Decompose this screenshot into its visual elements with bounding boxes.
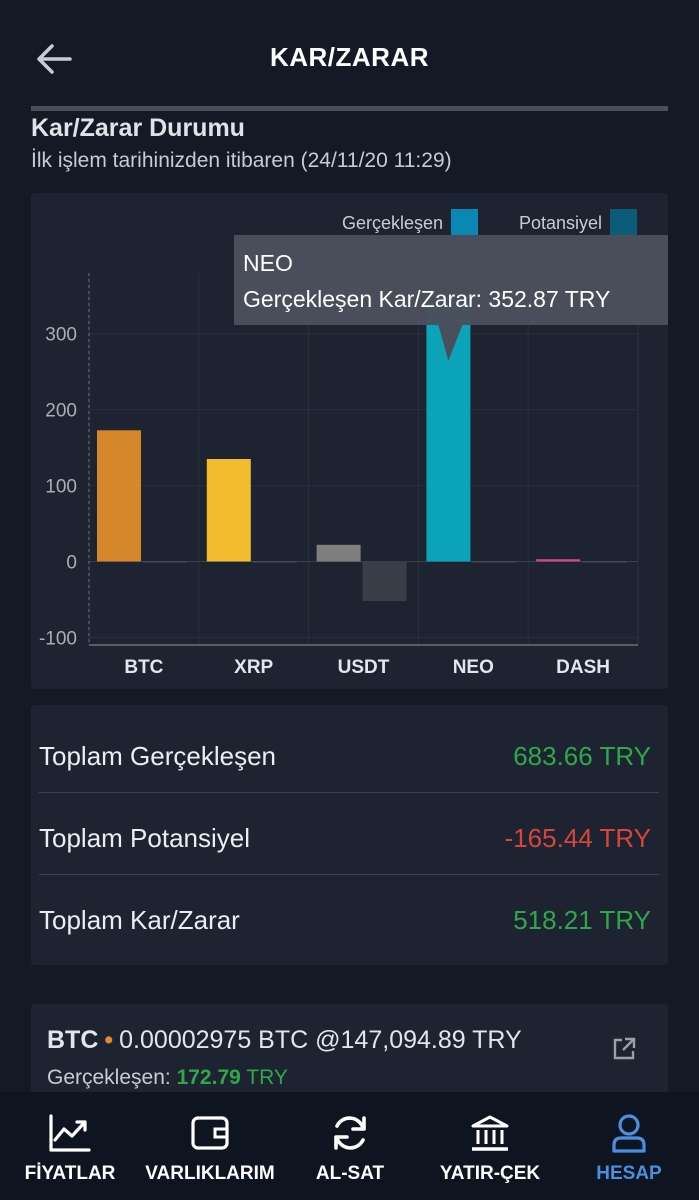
summary-value: 518.21 TRY [513, 905, 651, 935]
y-tick-label: -100 [39, 628, 77, 649]
asset-header: BTC • 0.00002975 BTC @147,094.89 TRY [47, 1026, 522, 1055]
summary-row-total: Toplam Kar/Zarar 518.21 TRY [39, 875, 659, 956]
y-tick-label: 200 [45, 401, 77, 422]
summary-label: Toplam Kar/Zarar [39, 905, 240, 935]
legend-label: Potansiyel [519, 213, 602, 233]
y-tick-label: 100 [45, 477, 77, 498]
bar-potential [472, 561, 517, 563]
dot-separator: • [104, 1026, 114, 1054]
y-axis: 300 200 100 0 -100 [39, 273, 90, 649]
chart-tooltip: NEO Gerçekleşen Kar/Zarar: 352.87 TRY [234, 235, 668, 361]
x-axis: BTC XRP USDT NEO DASH [89, 644, 638, 678]
summary-card: Toplam Gerçekleşen 683.66 TRY Toplam Pot… [31, 705, 668, 965]
nav-item-yatir-cek[interactable]: YATIR-ÇEK [420, 1092, 560, 1200]
legend-swatch [451, 209, 478, 235]
asset-realized: Gerçekleşen: 172.79 TRY [47, 1066, 288, 1090]
x-tick-label: BTC [124, 657, 163, 678]
bars [97, 293, 627, 601]
nav-item-varliklarim[interactable]: VARLIKLARIM [140, 1092, 280, 1200]
bottom-nav: FİYATLAR VARLIKLARIM AL-SAT YATIR-ÇEK HE… [0, 1092, 699, 1200]
bar-potential [582, 561, 627, 563]
nav-label: YATIR-ÇEK [439, 1163, 541, 1184]
nav-label: FİYATLAR [24, 1163, 116, 1184]
wallet-icon [191, 1116, 229, 1150]
x-tick-label: DASH [556, 657, 610, 678]
asset-amount: 0.00002975 BTC [119, 1026, 309, 1054]
tooltip-text: Gerçekleşen Kar/Zarar: 352.87 TRY [243, 286, 610, 312]
chart-line-icon [49, 1114, 91, 1152]
nav-item-hesap[interactable]: HESAP [570, 1092, 688, 1200]
top-bar: KAR/ZARAR [0, 0, 699, 110]
realized-currency: TRY [246, 1066, 288, 1089]
summary-label: Toplam Gerçekleşen [39, 741, 276, 771]
legend-swatch [610, 209, 637, 235]
summary-label: Toplam Potansiyel [39, 823, 250, 853]
bar-realized [316, 544, 361, 562]
x-tick-label: NEO [453, 657, 494, 678]
asset-card-btc[interactable]: BTC • 0.00002975 BTC @147,094.89 TRY Gerçe… [31, 1004, 668, 1094]
legend-label: Gerçekleşen [342, 213, 443, 233]
nav-label: VARLIKLARIM [145, 1163, 275, 1184]
nav-item-fiyatlar[interactable]: FİYATLAR [10, 1092, 130, 1200]
profit-loss-chart[interactable]: 300 200 100 0 -100 BTC XRP USDT NEO DASH Gerçekl… [31, 193, 668, 689]
external-link-button[interactable] [611, 1036, 637, 1062]
bar-potential [362, 561, 407, 601]
external-link-icon [613, 1037, 636, 1060]
bar-realized [97, 430, 141, 562]
refresh-icon [334, 1116, 366, 1150]
x-tick-label: XRP [234, 657, 273, 678]
realized-label: Gerçekleşen: [47, 1066, 171, 1089]
profit-loss-chart-card: 300 200 100 0 -100 BTC XRP USDT NEO DASH Gerçekl… [31, 193, 668, 689]
summary-value: -165.44 TRY [504, 823, 651, 853]
bank-icon [471, 1115, 509, 1151]
asset-symbol: BTC [47, 1026, 99, 1054]
bar-realized [536, 559, 581, 562]
summary-row-realized: Toplam Gerçekleşen 683.66 TRY [39, 711, 659, 793]
user-icon [612, 1114, 646, 1153]
x-tick-label: USDT [338, 657, 390, 678]
y-tick-label: 300 [45, 325, 77, 346]
bar-potential [252, 561, 297, 563]
chart-legend: Gerçekleşen Potansiyel [342, 209, 637, 235]
section-title: Kar/Zarar Durumu [31, 114, 245, 142]
bar-potential [143, 561, 187, 563]
y-tick-label: 0 [66, 552, 77, 573]
nav-label: HESAP [596, 1163, 662, 1184]
summary-row-potential: Toplam Potansiyel -165.44 TRY [39, 793, 659, 875]
realized-value: 172.79 [176, 1066, 241, 1089]
divider [31, 106, 668, 111]
summary-value: 683.66 TRY [513, 741, 651, 771]
page-title: KAR/ZARAR [269, 42, 430, 72]
bar-realized [206, 459, 251, 562]
at-sign: @ [315, 1026, 341, 1054]
nav-label: AL-SAT [315, 1163, 385, 1184]
section-subtitle: İlk işlem tarihinizden itibaren (24/11/2… [31, 149, 452, 172]
asset-price: 147,094.89 TRY [340, 1026, 522, 1054]
tooltip-title: NEO [243, 250, 293, 276]
nav-item-al-sat[interactable]: AL-SAT [290, 1092, 410, 1200]
